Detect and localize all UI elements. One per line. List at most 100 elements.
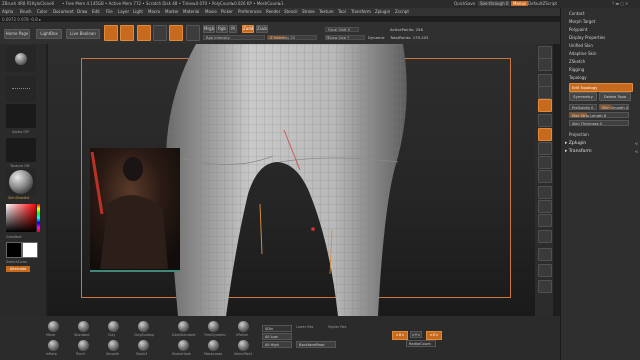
skin-smooth-slider[interactable]: Skin Smooth 4 — [599, 104, 629, 110]
alpha-thumbnail[interactable] — [6, 104, 36, 128]
lower-res-button[interactable]: Lower Res — [296, 325, 313, 329]
color-picker[interactable] — [6, 204, 36, 232]
main-color-swatch[interactable] — [22, 242, 38, 258]
higher-res-button[interactable]: Higher Res — [328, 325, 346, 329]
rigging-item[interactable]: Rigging — [569, 67, 584, 72]
symmetry-button[interactable]: Symmetry — [569, 92, 597, 101]
symmetry-y-button[interactable]: >Y< — [410, 331, 422, 338]
menu-stroke[interactable]: Stroke — [302, 9, 315, 14]
frame-icon[interactable] — [538, 186, 552, 199]
transp-icon[interactable] — [538, 264, 552, 277]
menu-picker[interactable]: Picker — [221, 9, 233, 14]
brush-move-icon[interactable] — [48, 321, 59, 332]
edit-icon[interactable] — [104, 25, 118, 41]
lightbox-button[interactable]: LightBox — [36, 29, 62, 39]
brush-selectrect-icon[interactable] — [238, 340, 249, 351]
brush-clay-icon[interactable] — [108, 321, 119, 332]
texture-thumbnail[interactable] — [6, 138, 36, 162]
m-button[interactable]: M — [229, 25, 237, 33]
morph-target-item[interactable]: Morph Target — [569, 19, 595, 24]
quicksave-button[interactable]: QuickSave — [454, 1, 475, 6]
menu-zplugin[interactable]: Zplugin — [375, 9, 390, 14]
brush-inflate-icon[interactable] — [48, 340, 59, 351]
transform-section[interactable]: ▸ Transform — [565, 149, 592, 154]
brush-claybuildup-icon[interactable] — [138, 321, 149, 332]
menus-button[interactable]: Menus — [511, 1, 529, 6]
brush-hpolish-icon[interactable] — [238, 321, 249, 332]
brush-thumbnail[interactable] — [6, 46, 36, 72]
dynamic-toggle[interactable]: Dynamic — [368, 35, 385, 40]
panel-pin-icon-2[interactable]: ⟲ — [635, 149, 638, 154]
all-low-button[interactable]: All Low — [262, 333, 292, 340]
xyz-icon[interactable] — [538, 170, 552, 183]
menu-marker[interactable]: Marker — [165, 9, 179, 14]
local-icon[interactable] — [538, 156, 552, 169]
menu-file[interactable]: File — [106, 9, 113, 14]
radial-count-slider[interactable]: RadialCount — [406, 340, 436, 347]
delete-topo-button[interactable]: Delete Topo — [599, 92, 631, 101]
zplugin-section[interactable]: ▸ Zplugin — [565, 141, 586, 146]
zoom3d-icon[interactable] — [538, 214, 552, 227]
zsub-button[interactable]: Zsub — [256, 25, 268, 33]
menu-alpha[interactable]: Alpha — [2, 9, 13, 14]
topology-item[interactable]: Topology — [569, 75, 587, 80]
adaptive-skin-item[interactable]: Adaptive Skin — [569, 51, 596, 56]
menu-macro[interactable]: Macro — [148, 9, 160, 14]
menu-render[interactable]: Render — [266, 9, 280, 14]
reference-image[interactable] — [90, 148, 180, 272]
move-icon[interactable] — [137, 25, 151, 41]
menu-draw[interactable]: Draw — [77, 9, 87, 14]
spix-icon[interactable] — [538, 58, 552, 71]
skin-thickness-slider[interactable]: Skin Thickness 0 — [569, 120, 629, 126]
zoom-icon[interactable] — [538, 86, 552, 99]
zsketch-item[interactable]: ZSketch — [569, 59, 585, 64]
menu-texture[interactable]: Texture — [319, 9, 334, 14]
see-through-slider[interactable]: See-through 0 — [478, 1, 511, 6]
home-page-button[interactable]: Home Page — [4, 29, 30, 39]
symmetry-z-button[interactable]: >Z< — [426, 331, 442, 340]
brush-standard-icon[interactable] — [78, 321, 89, 332]
default-zscript-button[interactable]: DefaultZScript — [528, 1, 557, 6]
menu-tool[interactable]: Tool — [338, 9, 346, 14]
pre-subdiv-slider[interactable]: PreSubdiv 0 — [569, 104, 597, 110]
z-intensity-slider[interactable]: Z Intensity 25 — [267, 35, 317, 40]
hue-strip[interactable] — [37, 204, 40, 232]
window-controls[interactable]: ? ▬ ◻ ✕ — [612, 1, 628, 6]
menu-transform[interactable]: Transform — [351, 9, 371, 14]
rgb-intensity-slider[interactable]: Rgb Intensity — [203, 35, 265, 40]
menu-brush[interactable]: Brush — [20, 9, 32, 14]
alternate-button[interactable]: Alternate — [6, 266, 30, 272]
move-view-icon[interactable] — [538, 200, 552, 213]
display-properties-item[interactable]: Display Properties — [569, 35, 605, 40]
actual-icon[interactable] — [538, 99, 552, 112]
aahalf-icon[interactable] — [538, 114, 552, 127]
focal-shift-slider[interactable]: Focal Shift 0 — [325, 27, 359, 32]
panel-pin-icon[interactable]: ⟲ — [635, 141, 638, 146]
secondary-color-swatch[interactable] — [6, 242, 22, 258]
draw-size-slider[interactable]: Draw Size 7 — [325, 35, 365, 40]
brush-smooth-icon[interactable] — [108, 340, 119, 351]
all-high-button[interactable]: All High — [262, 341, 292, 348]
brush-pinch-icon[interactable] — [78, 340, 89, 351]
draw-icon[interactable] — [120, 25, 134, 41]
edit-topology-button[interactable]: Edit Topology — [569, 83, 633, 92]
symmetry-x-button[interactable]: >X< — [392, 331, 408, 340]
switch-color-button[interactable]: SwitchColor — [6, 260, 27, 264]
unified-skin-item[interactable]: Unified Skin — [569, 43, 593, 48]
material-thumbnail[interactable] — [6, 169, 36, 195]
polypaint-item[interactable]: Polypaint — [569, 27, 587, 32]
brush-slash3-icon[interactable] — [138, 340, 149, 351]
floor-icon[interactable] — [538, 142, 552, 155]
menu-document[interactable]: Document — [53, 9, 74, 14]
brush-masklasso-icon[interactable] — [208, 340, 219, 351]
projection-item[interactable]: Projection — [569, 132, 589, 137]
contact-item[interactable]: Contact — [569, 11, 585, 16]
sphere-tool-icon[interactable] — [186, 25, 200, 41]
stroke-thumbnail[interactable] — [6, 76, 36, 102]
brush-snakehook-icon[interactable] — [178, 340, 189, 351]
document-canvas[interactable] — [48, 44, 553, 316]
mesh-viewport[interactable] — [48, 44, 553, 316]
max-strip-length-slider[interactable]: Max Strip Length 8 — [569, 112, 629, 118]
sdiv-slider[interactable]: SDiv — [262, 325, 292, 332]
menu-material[interactable]: Material — [183, 9, 199, 14]
